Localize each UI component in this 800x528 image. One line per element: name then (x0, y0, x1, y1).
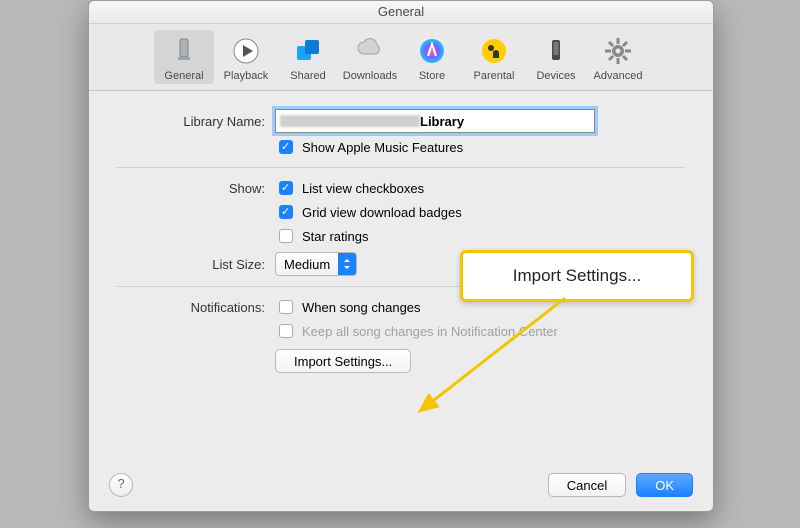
grid-view-badges-checkbox[interactable] (279, 205, 293, 219)
devices-icon (539, 34, 573, 68)
tab-playback[interactable]: Playback (216, 30, 276, 84)
window-title: General (89, 1, 713, 24)
play-icon (229, 34, 263, 68)
tab-advanced-label: Advanced (588, 70, 648, 82)
cloud-download-icon (353, 34, 387, 68)
tab-devices-label: Devices (526, 70, 586, 82)
shared-icon (291, 34, 325, 68)
callout-text: Import Settings... (513, 266, 642, 286)
tab-store[interactable]: Store (402, 30, 462, 84)
list-size-select[interactable]: Medium (275, 252, 357, 276)
tab-general-label: General (154, 70, 214, 82)
tab-store-label: Store (402, 70, 462, 82)
library-name-value: Library (420, 114, 464, 129)
help-button[interactable]: ? (109, 473, 133, 497)
tab-downloads-label: Downloads (340, 70, 400, 82)
tab-playback-label: Playback (216, 70, 276, 82)
tab-shared[interactable]: Shared (278, 30, 338, 84)
tab-general[interactable]: General (154, 30, 214, 84)
library-name-label: Library Name: (117, 114, 275, 129)
separator (117, 167, 685, 168)
keep-in-nc-label: Keep all song changes in Notification Ce… (302, 324, 558, 339)
chevron-updown-icon (338, 253, 356, 275)
keep-in-nc-checkbox (279, 324, 293, 338)
callout-import-settings: Import Settings... (460, 250, 694, 302)
show-label: Show: (117, 181, 275, 196)
list-size-label: List Size: (117, 257, 275, 272)
star-ratings-label: Star ratings (302, 229, 368, 244)
list-size-value: Medium (276, 257, 338, 272)
preferences-toolbar: General Playback Shared Downloads Store (89, 24, 713, 91)
library-name-field[interactable]: Library (275, 109, 595, 133)
dialog-footer: ? Cancel OK (89, 473, 713, 497)
tab-devices[interactable]: Devices (526, 30, 586, 84)
content-area: Library Name: Library Show Apple Music F… (89, 91, 713, 373)
tab-shared-label: Shared (278, 70, 338, 82)
tab-downloads[interactable]: Downloads (340, 30, 400, 84)
notifications-label: Notifications: (117, 300, 275, 315)
tab-advanced[interactable]: Advanced (588, 30, 648, 84)
gear-icon (601, 34, 635, 68)
list-view-checkboxes-label: List view checkboxes (302, 181, 424, 196)
cancel-button[interactable]: Cancel (548, 473, 626, 497)
when-song-changes-label: When song changes (302, 300, 421, 315)
star-ratings-checkbox[interactable] (279, 229, 293, 243)
general-icon (167, 34, 201, 68)
store-icon (415, 34, 449, 68)
list-view-checkboxes-checkbox[interactable] (279, 181, 293, 195)
grid-view-badges-label: Grid view download badges (302, 205, 462, 220)
redacted-text (280, 115, 420, 127)
parental-icon (477, 34, 511, 68)
show-apple-music-label: Show Apple Music Features (302, 140, 463, 155)
tab-parental-label: Parental (464, 70, 524, 82)
show-apple-music-checkbox[interactable] (279, 140, 293, 154)
tab-parental[interactable]: Parental (464, 30, 524, 84)
import-settings-button[interactable]: Import Settings... (275, 349, 411, 373)
when-song-changes-checkbox[interactable] (279, 300, 293, 314)
ok-button[interactable]: OK (636, 473, 693, 497)
